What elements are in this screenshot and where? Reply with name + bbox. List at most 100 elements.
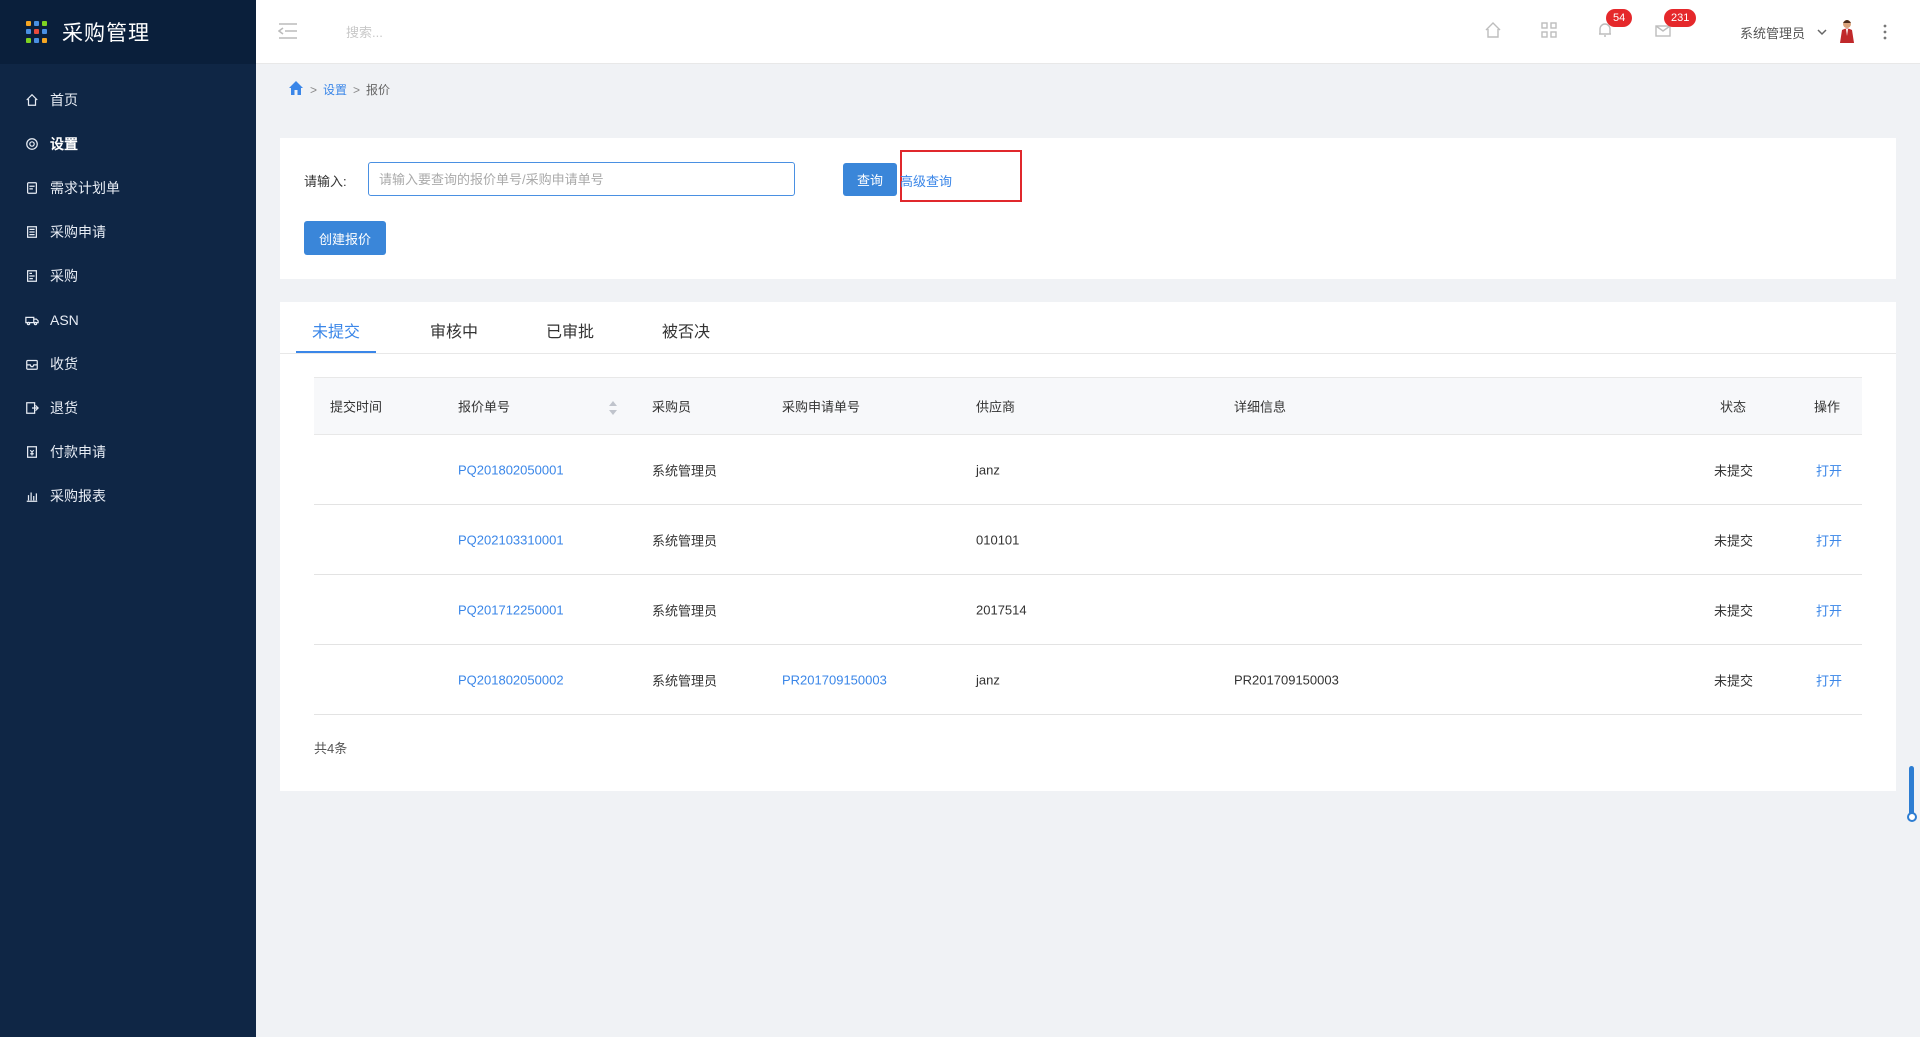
results-panel: 未提交 审核中 已审批 被否决 提交时间 报价单号 采购员 采购申请单号 供应商…	[280, 302, 1896, 791]
status-cell: 未提交	[1714, 603, 1754, 618]
open-link[interactable]: 打开	[1816, 600, 1842, 619]
avatar[interactable]	[1836, 18, 1858, 44]
sidebar-item-payment-request[interactable]: 付款申请	[0, 430, 256, 474]
buyer-cell: 系统管理员	[652, 603, 718, 618]
more-options-icon[interactable]	[1880, 20, 1890, 44]
sidebar-item-demand-plan[interactable]: 需求计划单	[0, 166, 256, 210]
quote-number-link[interactable]: PQ201802050001	[458, 462, 564, 477]
document-icon	[24, 180, 40, 196]
buyer-cell: 系统管理员	[652, 673, 718, 688]
sidebar-item-label: 付款申请	[50, 444, 106, 460]
notification-bell-icon[interactable]: 54	[1596, 9, 1633, 41]
open-link[interactable]: 打开	[1816, 460, 1842, 479]
open-link[interactable]: 打开	[1816, 530, 1842, 549]
create-quote-button[interactable]: 创建报价	[304, 221, 386, 255]
sidebar-item-return[interactable]: 退货	[0, 386, 256, 430]
chevron-down-icon[interactable]	[1817, 24, 1829, 36]
column-header: 供应商	[976, 399, 1016, 415]
query-panel: 请输入: 查询 高级查询 创建报价	[280, 138, 1896, 279]
sidebar-item-label: 退货	[50, 400, 78, 416]
breadcrumb-separator: >	[353, 82, 361, 97]
tab-under-review[interactable]: 审核中	[430, 318, 478, 342]
column-header[interactable]: 报价单号	[458, 397, 510, 416]
column-header: 采购申请单号	[782, 399, 861, 415]
sidebar-item-label: 收货	[50, 356, 78, 372]
return-icon	[24, 400, 40, 416]
sort-icon[interactable]	[608, 400, 618, 416]
table-row: PQ201712250001 系统管理员 2017514 未提交 打开	[314, 575, 1862, 645]
gear-icon	[24, 136, 40, 152]
status-cell: 未提交	[1714, 533, 1754, 548]
sidebar-item-label: 采购	[50, 268, 78, 284]
detail-cell: PR201709150003	[1234, 672, 1339, 687]
list-icon	[24, 268, 40, 284]
table-row: PQ201802050001 系统管理员 janz 未提交 打开	[314, 435, 1862, 505]
query-label: 请输入:	[304, 174, 347, 189]
search-button[interactable]: 查询	[843, 163, 897, 196]
message-icon[interactable]: 231	[1654, 9, 1697, 41]
quote-search-input[interactable]	[368, 162, 795, 196]
breadcrumb-settings[interactable]: 设置	[323, 81, 347, 98]
table-row: PQ202103310001 系统管理员 010101 未提交 打开	[314, 505, 1862, 575]
sidebar-item-receive[interactable]: 收货	[0, 342, 256, 386]
apps-icon[interactable]	[1540, 21, 1560, 41]
home-icon[interactable]	[1484, 21, 1504, 41]
supplier-cell: janz	[976, 462, 1000, 477]
sidebar-item-purchase-report[interactable]: 采购报表	[0, 474, 256, 518]
column-header: 采购员	[652, 399, 692, 415]
column-header: 提交时间	[330, 399, 383, 415]
sidebar-item-purchase[interactable]: 采购	[0, 254, 256, 298]
payment-icon	[24, 444, 40, 460]
advanced-search-link[interactable]: 高级查询	[900, 171, 952, 190]
breadcrumb-home-icon[interactable]	[288, 80, 304, 99]
inbox-icon	[24, 356, 40, 372]
buyer-cell: 系统管理员	[652, 463, 718, 478]
home-icon	[24, 92, 40, 108]
table-header: 提交时间 报价单号 采购员 采购申请单号 供应商 详细信息 状态 操作	[314, 377, 1862, 435]
tab-rejected[interactable]: 被否决	[662, 318, 710, 342]
sidebar-item-label: 采购申请	[50, 224, 106, 240]
app-title: 采购管理	[62, 22, 150, 45]
supplier-cell: 010101	[976, 532, 1020, 547]
message-badge: 231	[1664, 9, 1697, 27]
breadcrumb-separator: >	[310, 82, 318, 97]
column-header: 操作	[1814, 399, 1841, 415]
sidebar-item-asn[interactable]: ASN	[0, 298, 256, 342]
quote-number-link[interactable]: PQ201712250001	[458, 602, 564, 617]
notification-badge: 54	[1606, 9, 1633, 27]
sidebar-menu: 首页 设置 需求计划单 采购申请 采购 ASN 收货 退货 付款申请 采购报表	[0, 78, 256, 518]
sidebar-item-label: ASN	[50, 312, 79, 328]
sidebar: 采购管理 首页 设置 需求计划单 采购申请 采购 ASN 收货 退货 付款申请 …	[0, 0, 256, 1037]
pr-number-link[interactable]: PR201709150003	[782, 672, 887, 687]
status-tabs: 未提交 审核中 已审批 被否决	[280, 302, 1896, 354]
breadcrumb-current: 报价	[366, 83, 391, 97]
active-tab-indicator	[296, 351, 376, 353]
sidebar-item-home[interactable]: 首页	[0, 78, 256, 122]
supplier-cell: janz	[976, 672, 1000, 687]
bar-chart-icon	[24, 488, 40, 504]
column-header: 详细信息	[1234, 399, 1287, 415]
sidebar-item-label: 设置	[50, 136, 78, 152]
buyer-cell: 系统管理员	[652, 533, 718, 548]
user-name[interactable]: 系统管理员	[1740, 23, 1805, 42]
brand: 采购管理	[0, 0, 256, 64]
global-search-input[interactable]	[346, 20, 646, 44]
clipboard-icon	[24, 224, 40, 240]
status-cell: 未提交	[1714, 463, 1754, 478]
scrollbar-handle[interactable]	[1907, 812, 1917, 822]
quote-number-link[interactable]: PQ201802050002	[458, 672, 564, 687]
supplier-cell: 2017514	[976, 602, 1027, 617]
quotes-table: 提交时间 报价单号 采购员 采购申请单号 供应商 详细信息 状态 操作 PQ20…	[314, 377, 1862, 715]
table-row: PQ201802050002 系统管理员 PR201709150003 janz…	[314, 645, 1862, 715]
apps-grid-icon[interactable]	[26, 21, 48, 43]
tab-unsubmitted[interactable]: 未提交	[312, 318, 360, 342]
sidebar-item-settings[interactable]: 设置	[0, 122, 256, 166]
breadcrumb: > 设置 > 报价	[288, 80, 390, 99]
top-header: 54 231 系统管理员	[256, 0, 1920, 64]
quote-number-link[interactable]: PQ202103310001	[458, 532, 564, 547]
menu-toggle-icon[interactable]	[277, 22, 298, 40]
open-link[interactable]: 打开	[1816, 670, 1842, 689]
sidebar-item-purchase-request[interactable]: 采购申请	[0, 210, 256, 254]
tab-approved[interactable]: 已审批	[546, 318, 594, 342]
column-header: 状态	[1720, 399, 1747, 415]
